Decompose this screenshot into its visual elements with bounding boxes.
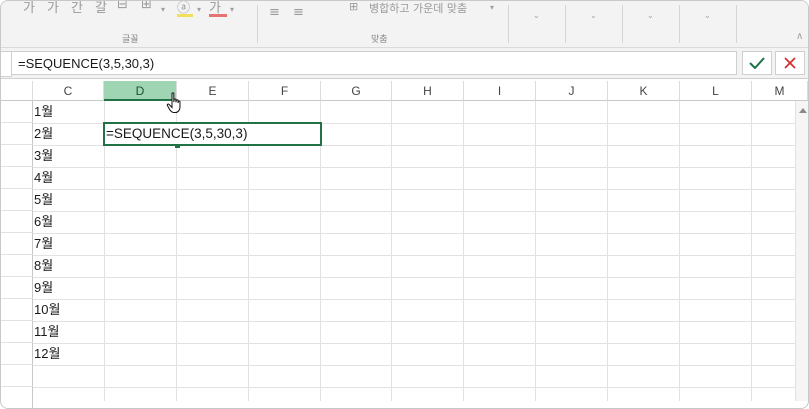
group-divider bbox=[508, 5, 509, 43]
column-header-l[interactable]: L bbox=[680, 81, 752, 101]
grid-line bbox=[320, 101, 321, 401]
group-divider bbox=[565, 5, 566, 43]
cell-c[interactable]: 4월 bbox=[34, 167, 104, 189]
grid-line bbox=[33, 343, 796, 344]
grid-line bbox=[679, 101, 680, 401]
cell-c[interactable]: 1월 bbox=[34, 101, 104, 123]
highlight-color-bar bbox=[177, 14, 193, 17]
group-divider bbox=[257, 5, 258, 43]
merge-icon[interactable]: ⊞ bbox=[349, 1, 358, 13]
row-header[interactable] bbox=[1, 211, 33, 233]
chevron-down-icon[interactable]: ⌄ bbox=[704, 11, 711, 20]
font-size-increase-button[interactable]: 가 bbox=[23, 1, 35, 16]
grid-line bbox=[751, 101, 752, 401]
row-header[interactable] bbox=[1, 387, 33, 408]
chevron-down-icon[interactable]: ⌄ bbox=[647, 11, 654, 20]
cell-c[interactable]: 5월 bbox=[34, 189, 104, 211]
border-button[interactable]: ⊞ bbox=[141, 1, 152, 12]
row-header[interactable] bbox=[1, 123, 33, 145]
column-header-k[interactable]: K bbox=[608, 81, 680, 101]
cell-c[interactable]: 7월 bbox=[34, 233, 104, 255]
grid-line bbox=[248, 101, 249, 401]
column-header-i[interactable]: I bbox=[464, 81, 536, 101]
ribbon: 가 가 간 갈 ⊟ ⊞ ▾ ⓐ ▾ 가 ▾ 글꼴 ≡ ≡ ⊞ 병합하고 가운데 … bbox=[1, 1, 808, 48]
collapse-ribbon-icon[interactable]: ∧ bbox=[796, 31, 803, 42]
formula-input[interactable]: =SEQUENCE(3,5,30,3) bbox=[11, 51, 737, 75]
select-all-corner[interactable] bbox=[1, 81, 33, 101]
column-header-j[interactable]: J bbox=[536, 81, 608, 101]
italic-button[interactable]: 가 bbox=[47, 1, 59, 16]
underline-button[interactable]: 간 bbox=[71, 1, 83, 16]
grid-line bbox=[33, 299, 796, 300]
grid-line bbox=[33, 321, 796, 322]
cell-c[interactable]: 10월 bbox=[34, 299, 104, 321]
merge-center-button[interactable]: 병합하고 가운데 맞춤 bbox=[369, 1, 467, 16]
cancel-button[interactable] bbox=[775, 51, 805, 75]
grid-line bbox=[33, 255, 796, 256]
scroll-up-icon[interactable] bbox=[796, 103, 808, 117]
group-divider bbox=[736, 5, 737, 43]
row-header[interactable] bbox=[1, 343, 33, 365]
chevron-down-icon[interactable]: ▾ bbox=[161, 5, 165, 14]
fill-handle[interactable] bbox=[175, 144, 180, 148]
chevron-down-icon[interactable]: ▾ bbox=[230, 5, 234, 14]
chevron-down-icon[interactable]: ⌄ bbox=[533, 11, 540, 20]
alignment-group-label: 맞춤 bbox=[371, 35, 388, 45]
cell-c[interactable]: 12월 bbox=[34, 343, 104, 365]
grid-line bbox=[33, 387, 796, 388]
increase-indent-button[interactable]: ≡ bbox=[293, 5, 304, 20]
cell-c[interactable]: 6월 bbox=[34, 211, 104, 233]
effects-icon[interactable]: ⊟ bbox=[117, 1, 128, 12]
strikethrough-button[interactable]: 갈 bbox=[95, 1, 107, 16]
row-header[interactable] bbox=[1, 167, 33, 189]
cell-c[interactable]: 2월 bbox=[34, 123, 104, 145]
column-header-g[interactable]: G bbox=[321, 81, 392, 101]
grid-line bbox=[391, 101, 392, 401]
grid-line bbox=[535, 101, 536, 401]
row-header[interactable] bbox=[1, 189, 33, 211]
column-header-h[interactable]: H bbox=[392, 81, 464, 101]
enter-button[interactable] bbox=[742, 51, 772, 75]
row-header[interactable] bbox=[1, 277, 33, 299]
grid-line bbox=[33, 189, 796, 190]
formula-bar: =SEQUENCE(3,5,30,3) bbox=[1, 48, 808, 79]
cell-c[interactable]: 8월 bbox=[34, 255, 104, 277]
row-header[interactable] bbox=[1, 145, 33, 167]
row-header[interactable] bbox=[1, 299, 33, 321]
column-header-m[interactable]: M bbox=[752, 81, 808, 101]
chevron-down-icon[interactable]: ▾ bbox=[490, 3, 494, 12]
cell-c[interactable]: 3월 bbox=[34, 145, 104, 167]
cell-c[interactable]: 11월 bbox=[34, 321, 104, 343]
column-header-c[interactable]: C bbox=[33, 81, 104, 101]
hand-cursor-icon bbox=[166, 92, 181, 113]
grid-line bbox=[33, 167, 796, 168]
row-header[interactable] bbox=[1, 233, 33, 255]
grid-line bbox=[463, 101, 464, 401]
grid-line bbox=[33, 233, 796, 234]
active-cell-editor[interactable]: =SEQUENCE(3,5,30,3) bbox=[103, 122, 322, 146]
excel-window: 가 가 간 갈 ⊟ ⊞ ▾ ⓐ ▾ 가 ▾ 글꼴 ≡ ≡ ⊞ 병합하고 가운데 … bbox=[0, 0, 809, 409]
grid-line bbox=[33, 365, 796, 366]
column-header-f[interactable]: F bbox=[249, 81, 321, 101]
row-header[interactable] bbox=[1, 321, 33, 343]
font-group-label: 글꼴 bbox=[122, 35, 139, 45]
decrease-indent-button[interactable]: ≡ bbox=[269, 5, 280, 20]
column-header-e[interactable]: E bbox=[177, 81, 249, 101]
cell-c[interactable]: 9월 bbox=[34, 277, 104, 299]
close-icon bbox=[784, 57, 796, 69]
grid-line bbox=[33, 277, 796, 278]
vertical-scrollbar[interactable] bbox=[795, 101, 808, 401]
grid-line bbox=[607, 101, 608, 401]
grid-line bbox=[33, 211, 796, 212]
font-color-bar bbox=[209, 14, 227, 17]
row-header[interactable] bbox=[1, 365, 33, 387]
group-divider bbox=[622, 5, 623, 43]
row-header[interactable] bbox=[1, 101, 33, 123]
group-divider bbox=[679, 5, 680, 43]
check-icon bbox=[749, 57, 765, 69]
grid-line bbox=[104, 101, 105, 401]
row-header[interactable] bbox=[1, 255, 33, 277]
chevron-down-icon[interactable]: ▾ bbox=[197, 5, 201, 14]
chevron-down-icon[interactable]: ⌄ bbox=[590, 11, 597, 20]
